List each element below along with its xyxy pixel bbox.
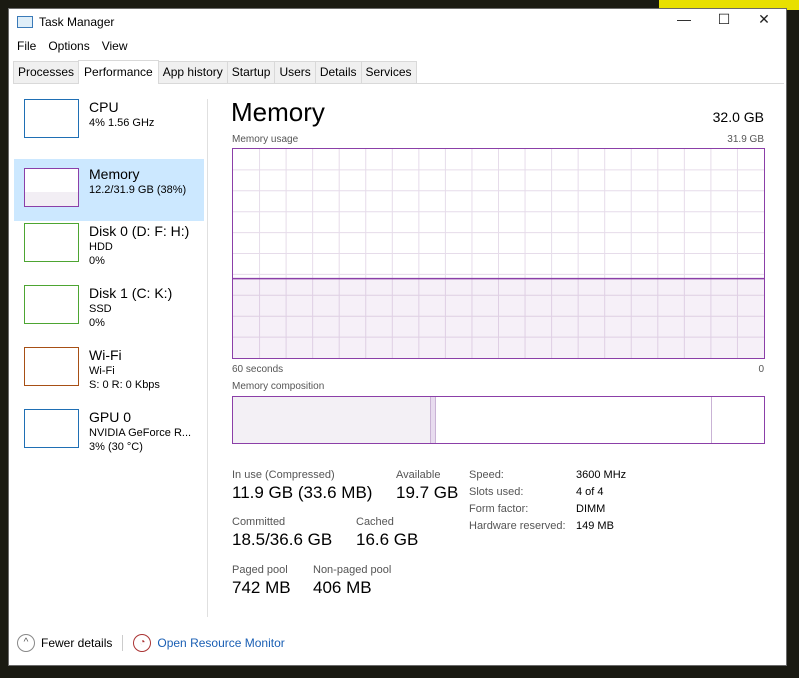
sidebar-item-wi-fi[interactable]: Wi-Fi Wi-Fi S: 0 R: 0 Kbps bbox=[14, 345, 204, 407]
sidebar-item-name: GPU 0 bbox=[89, 409, 132, 425]
memory-composition-bar bbox=[232, 396, 765, 444]
resource-sidebar: CPU 4% 1.56 GHz Memory 12.2/31.9 GB (38%… bbox=[14, 97, 204, 469]
time-right-label: 0 bbox=[758, 364, 764, 375]
stat-committed: Committed 18.5/36.6 GB bbox=[232, 516, 333, 549]
sidebar-item-detail: Wi-Fi bbox=[89, 365, 115, 377]
time-left-label: 60 seconds bbox=[232, 364, 284, 375]
sidebar-item-detail-2: S: 0 R: 0 Kbps bbox=[89, 379, 160, 391]
sidebar-item-name: Memory bbox=[89, 166, 140, 182]
tab-startup[interactable]: Startup bbox=[226, 61, 276, 83]
usage-max: 31.9 GB bbox=[727, 134, 764, 145]
footer-divider bbox=[122, 635, 124, 651]
thumbnail-graph bbox=[24, 409, 79, 448]
sidebar-item-name: Disk 1 (C: K:) bbox=[89, 285, 173, 301]
memory-specs: Speed: 3600 MHz Slots used: 4 of 4 Form fa… bbox=[469, 469, 626, 537]
sidebar-item-detail-2: 0% bbox=[89, 255, 105, 267]
stat-available: Available 19.7 GB bbox=[396, 469, 459, 502]
stat-in-use: In use (Compressed) 11.9 GB (33.6 MB) bbox=[232, 469, 373, 502]
tab-performance[interactable]: Performance bbox=[78, 60, 159, 84]
window-title: Task Manager bbox=[39, 15, 115, 29]
menu-bar: File Options View bbox=[17, 39, 128, 53]
close-button[interactable]: ✕ bbox=[744, 11, 784, 28]
sidebar-item-name: Disk 0 (D: F: H:) bbox=[89, 223, 190, 239]
tab-processes[interactable]: Processes bbox=[13, 61, 80, 83]
thumbnail-graph bbox=[24, 99, 79, 138]
spec-form-factor: Form factor: DIMM bbox=[469, 503, 606, 515]
spec-hardware-reserved: Hardware reserved: 149 MB bbox=[469, 520, 614, 532]
stat-non-paged-pool: Non-paged pool 406 MB bbox=[313, 564, 392, 597]
page-title: Memory bbox=[231, 97, 325, 127]
sidebar-item-detail: 12.2/31.9 GB (38%) bbox=[89, 184, 187, 196]
maximize-button[interactable]: ☐ bbox=[704, 11, 744, 28]
tab-bar: Processes Performance App history Startu… bbox=[13, 59, 784, 84]
sidebar-item-name: CPU bbox=[89, 99, 119, 115]
thumbnail-graph bbox=[24, 168, 79, 207]
memory-usage-graph bbox=[232, 148, 765, 359]
sidebar-item-detail: SSD bbox=[89, 303, 112, 315]
total-memory: 32.0 GB bbox=[712, 109, 764, 125]
usage-area bbox=[233, 278, 764, 358]
menu-file[interactable]: File bbox=[17, 39, 36, 53]
task-manager-icon bbox=[17, 16, 33, 28]
sidebar-item-disk-1[interactable]: Disk 1 (C: K:) SSD 0% bbox=[14, 283, 204, 345]
sidebar-item-detail: 4% 1.56 GHz bbox=[89, 117, 155, 129]
menu-options[interactable]: Options bbox=[48, 39, 89, 53]
composition-free bbox=[712, 397, 764, 443]
title-bar: Task Manager bbox=[17, 15, 114, 29]
menu-view[interactable]: View bbox=[102, 39, 128, 53]
tab-app-history[interactable]: App history bbox=[157, 61, 228, 83]
sidebar-item-cpu[interactable]: CPU 4% 1.56 GHz bbox=[14, 97, 204, 159]
sidebar-item-detail: NVIDIA GeForce R... bbox=[89, 427, 192, 439]
spec-speed: Speed: 3600 MHz bbox=[469, 469, 627, 481]
stat-cached: Cached 16.6 GB bbox=[356, 516, 419, 549]
tab-services[interactable]: Services bbox=[360, 61, 417, 83]
minimize-button[interactable]: — bbox=[664, 11, 704, 27]
sidebar-item-detail: HDD bbox=[89, 241, 113, 253]
thumbnail-graph bbox=[24, 347, 79, 386]
sidebar-item-memory[interactable]: Memory 12.2/31.9 GB (38%) bbox=[14, 159, 204, 221]
sidebar-item-gpu[interactable]: GPU 0 NVIDIA GeForce R... 3% (30 °C) bbox=[14, 407, 204, 469]
composition-standby bbox=[436, 397, 713, 443]
fewer-details-button[interactable]: Fewer details bbox=[41, 636, 112, 650]
resource-monitor-icon: ◔ bbox=[133, 634, 152, 652]
sidebar-item-detail-2: 0% bbox=[89, 317, 105, 329]
tab-users[interactable]: Users bbox=[274, 61, 316, 83]
footer: ^ Fewer details ◔ Open Resource Monitor bbox=[17, 634, 285, 652]
composition-in-use bbox=[233, 397, 432, 443]
thumbnail-graph bbox=[24, 285, 79, 324]
composition-label: Memory composition bbox=[232, 381, 325, 392]
usage-label: Memory usage bbox=[232, 134, 299, 145]
task-manager-window: Task Manager — ☐ ✕ File Options View Pro… bbox=[8, 8, 787, 666]
sidebar-item-detail-2: 3% (30 °C) bbox=[89, 441, 143, 453]
spec-slots: Slots used: 4 of 4 bbox=[469, 486, 604, 498]
thumbnail-graph bbox=[24, 223, 79, 262]
tab-details[interactable]: Details bbox=[314, 61, 362, 83]
sidebar-item-disk[interactable]: Disk 0 (D: F: H:) HDD 0% bbox=[14, 221, 204, 283]
open-resource-monitor-link[interactable]: Open Resource Monitor bbox=[157, 636, 284, 650]
sidebar-item-name: Wi-Fi bbox=[89, 347, 122, 363]
chevron-up-icon[interactable]: ^ bbox=[17, 634, 35, 652]
stat-paged-pool: Paged pool 742 MB bbox=[232, 564, 291, 597]
divider bbox=[207, 99, 208, 617]
